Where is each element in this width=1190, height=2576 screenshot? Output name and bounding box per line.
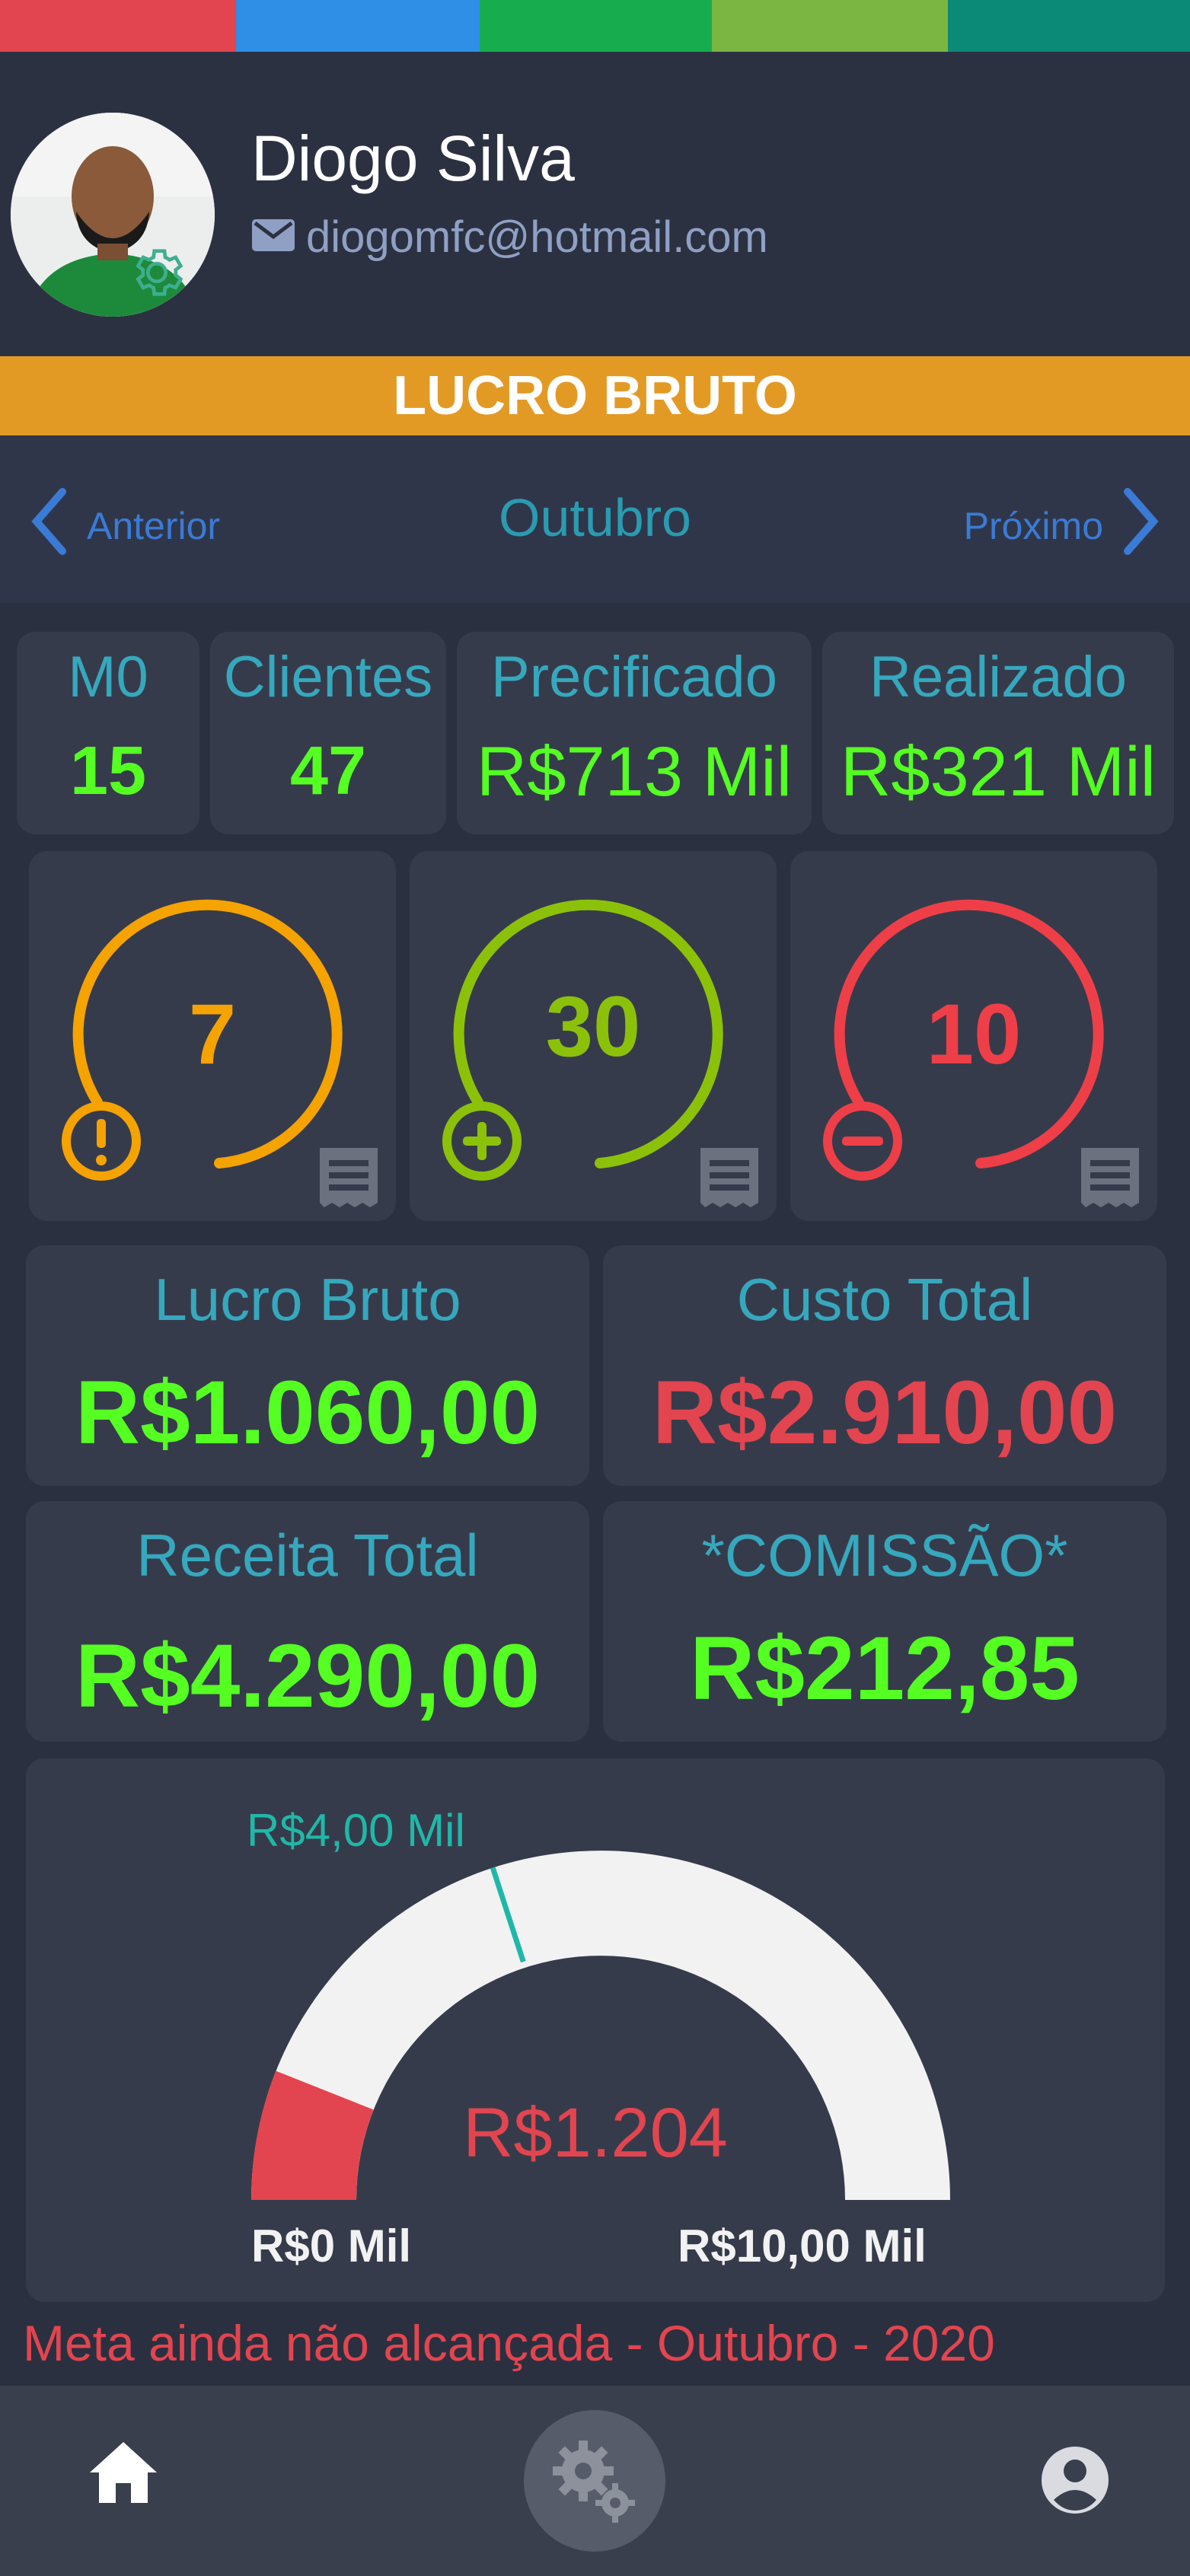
stat-card-realizado: Realizado R$321 Mil <box>822 632 1174 834</box>
status-card-alert[interactable]: 7 <box>29 851 396 1221</box>
stat-label: Clientes <box>223 645 433 709</box>
stat-label: M0 <box>68 645 148 709</box>
receipt-icon <box>317 1145 381 1213</box>
receipt-icon <box>1078 1145 1142 1213</box>
user-email: diogomfc@hotmail.com <box>306 212 768 262</box>
previous-month-button[interactable]: Anterior <box>30 487 220 565</box>
user-email-row: diogomfc@hotmail.com <box>251 212 768 263</box>
custo-total-card: Custo Total R$2.910,00 <box>603 1245 1166 1486</box>
stat-value: 15 <box>69 733 147 809</box>
stat-value: R$713 Mil <box>476 733 793 811</box>
color-strip-1 <box>0 0 236 52</box>
receita-total-label: Receita Total <box>136 1522 479 1589</box>
status-count: 30 <box>545 979 641 1074</box>
gears-icon <box>553 2441 635 2523</box>
comissao-value: R$212,85 <box>690 1618 1080 1719</box>
stat-card-m0: M0 15 <box>17 632 199 834</box>
previous-month-label: Anterior <box>87 505 221 547</box>
settings-fab-button[interactable] <box>524 2410 665 2552</box>
alert-icon <box>59 1099 143 1187</box>
gauge-min-label: R$0 Mil <box>251 2221 412 2272</box>
email-icon <box>251 212 295 263</box>
gauge-current-value: R$1.204 <box>463 2094 728 2172</box>
plus-icon <box>440 1099 524 1187</box>
lucro-bruto-card: Lucro Bruto R$1.060,00 <box>26 1245 589 1486</box>
stat-value: R$321 Mil <box>840 733 1157 811</box>
gauge-max-label: R$10,00 Mil <box>678 2221 927 2272</box>
settings-gear-icon[interactable] <box>126 242 187 303</box>
goal-status-message: Meta ainda não alcançada - Outubro - 202… <box>23 2315 995 2371</box>
page-title-banner: LUCRO BRUTO <box>0 356 1190 435</box>
status-count: 10 <box>926 987 1022 1082</box>
receita-total-card: Receita Total R$4.290,00 <box>26 1501 589 1742</box>
lucro-bruto-value: R$1.060,00 <box>75 1363 541 1463</box>
status-card-removed[interactable]: 10 <box>790 851 1157 1221</box>
chevron-left-icon <box>30 487 69 565</box>
lucro-bruto-label: Lucro Bruto <box>154 1266 461 1333</box>
stat-label: Realizado <box>869 645 1127 709</box>
status-card-added[interactable]: 30 <box>410 851 777 1221</box>
color-strip-2 <box>236 0 480 52</box>
home-icon[interactable] <box>88 2439 158 2510</box>
comissao-label: *COMISSÃO* <box>701 1522 1068 1589</box>
stat-label: Precificado <box>491 645 777 709</box>
account-icon[interactable] <box>1040 2445 1110 2519</box>
receita-total-value: R$4.290,00 <box>75 1626 541 1726</box>
gauge-target-label: R$4,00 Mil <box>247 1805 465 1856</box>
custo-total-label: Custo Total <box>736 1266 1033 1333</box>
status-count: 7 <box>188 987 237 1082</box>
goal-gauge <box>251 1851 950 2200</box>
stat-card-clientes: Clientes 47 <box>210 632 446 834</box>
color-strip-3 <box>480 0 712 52</box>
custo-total-value: R$2.910,00 <box>652 1363 1118 1463</box>
comissao-card: *COMISSÃO* R$212,85 <box>603 1501 1166 1742</box>
next-month-button[interactable]: Próximo <box>964 487 1160 565</box>
user-name: Diogo Silva <box>251 123 575 194</box>
chevron-right-icon <box>1121 487 1160 565</box>
goal-gauge-card: R$4,00 Mil R$1.204 R$0 Mil R$10,00 Mil <box>26 1758 1165 2302</box>
next-month-label: Próximo <box>963 505 1103 547</box>
receipt-icon <box>697 1145 761 1213</box>
minus-icon <box>821 1099 904 1187</box>
color-strip-4 <box>712 0 948 52</box>
stat-card-precificado: Precificado R$713 Mil <box>457 632 812 834</box>
color-strip-5 <box>948 0 1190 52</box>
stat-value: 47 <box>289 733 367 809</box>
